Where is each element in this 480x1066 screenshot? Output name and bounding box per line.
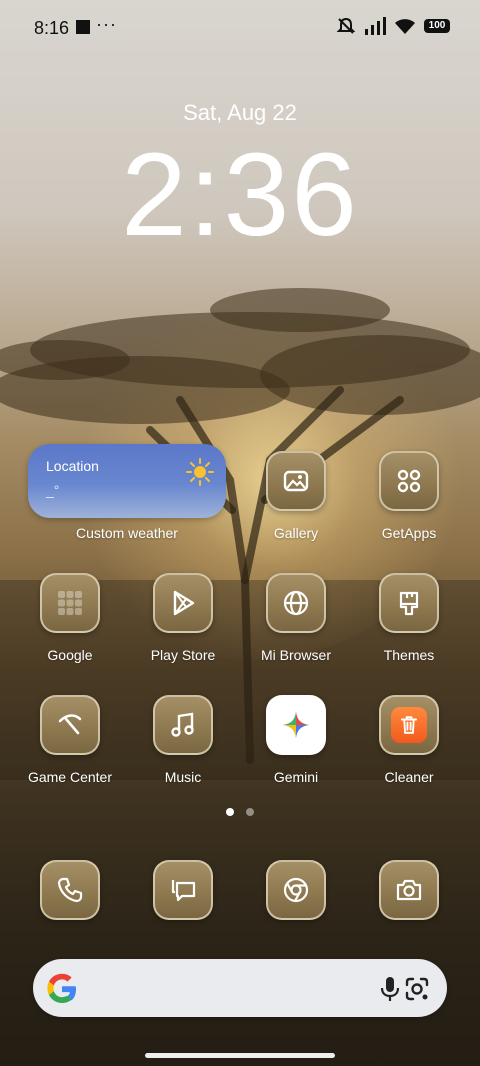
more-notifications-icon: ··· — [96, 14, 117, 34]
getapps-label: GetApps — [381, 525, 437, 541]
dock-chrome[interactable] — [266, 860, 326, 920]
gemini-app[interactable] — [266, 695, 326, 755]
cleaner-label: Cleaner — [384, 769, 434, 785]
messages-icon — [171, 880, 196, 902]
cleaner-app[interactable] — [379, 695, 439, 755]
globe-icon — [283, 590, 309, 616]
gemini-icon — [283, 712, 309, 738]
mi-browser-app[interactable] — [266, 573, 326, 633]
camera-icon — [396, 879, 422, 901]
play-store-app[interactable] — [153, 573, 213, 633]
getapps-icon — [397, 469, 421, 493]
signal-icon — [365, 17, 386, 35]
dock-camera[interactable] — [379, 860, 439, 920]
page-indicator — [0, 808, 480, 816]
page-dot-1[interactable] — [226, 808, 234, 816]
lockscreen-date: Sat, Aug 22 — [183, 100, 297, 125]
mute-icon — [336, 17, 356, 34]
lockscreen-clock: 2:36 — [121, 129, 359, 261]
gesture-home-bar[interactable] — [145, 1053, 335, 1058]
page-dot-2[interactable] — [246, 808, 254, 816]
weather-widget-label: Custom weather — [76, 525, 178, 541]
google-lens-icon[interactable] — [403, 975, 431, 1003]
game-center-label: Game Center — [27, 769, 113, 785]
game-center-icon — [58, 714, 82, 735]
weather-location: Location — [46, 458, 99, 474]
weather-widget[interactable]: Location _° — [28, 444, 226, 518]
wifi-icon — [395, 19, 415, 34]
gemini-label: Gemini — [273, 769, 319, 785]
music-app[interactable] — [153, 695, 213, 755]
status-time: 8:16 — [34, 18, 70, 38]
play-store-icon — [173, 590, 195, 616]
themes-app[interactable] — [379, 573, 439, 633]
phone-icon — [57, 877, 83, 903]
dock-messages[interactable] — [153, 860, 213, 920]
game-center-app[interactable] — [40, 695, 100, 755]
gallery-icon — [283, 470, 309, 492]
microphone-icon[interactable] — [377, 975, 403, 1003]
trash-icon — [391, 707, 427, 743]
gallery-app[interactable] — [266, 451, 326, 511]
sun-icon — [186, 458, 214, 486]
google-logo-icon[interactable] — [45, 972, 79, 1006]
play-store-label: Play Store — [150, 647, 216, 663]
weather-temperature: _° — [46, 482, 60, 498]
google-label: Google — [47, 647, 93, 663]
gallery-label: Gallery — [273, 525, 319, 541]
battery-icon: 100 — [424, 19, 450, 33]
paintbrush-icon — [399, 591, 419, 616]
themes-label: Themes — [383, 647, 435, 663]
google-folder[interactable] — [40, 573, 100, 633]
notification-icon — [76, 20, 90, 34]
getapps-app[interactable] — [379, 451, 439, 511]
chrome-icon — [283, 877, 309, 903]
mi-browser-label: Mi Browser — [260, 647, 331, 663]
music-note-icon — [171, 712, 194, 737]
music-label: Music — [164, 769, 202, 785]
status-bar: 8:16 ··· 100 — [0, 0, 480, 56]
dock-phone[interactable] — [40, 860, 100, 920]
google-folder-icon — [58, 591, 82, 615]
google-search-bar[interactable] — [33, 959, 447, 1017]
